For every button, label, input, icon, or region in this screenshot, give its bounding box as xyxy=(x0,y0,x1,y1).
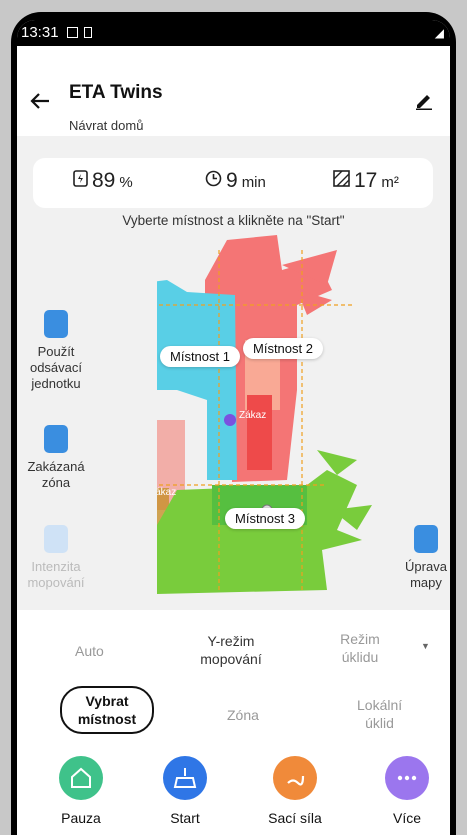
mode-y-mopping[interactable]: Y-režim mopování xyxy=(191,632,271,668)
time-value: 9 xyxy=(226,169,238,192)
chevron-down-icon[interactable]: ▼ xyxy=(421,641,430,651)
dock-icon[interactable] xyxy=(224,414,236,426)
screen: 13:31 ◢ ETA Twins Návrat domů 89 % 9 min… xyxy=(17,20,450,835)
dust-collector-tool[interactable]: Použít odsávací jednotku xyxy=(21,310,91,392)
more-action[interactable]: Více xyxy=(375,756,439,826)
cleaning-map[interactable]: Zákaz Zákaz xyxy=(157,230,397,595)
area-icon xyxy=(333,170,350,187)
water-drop-icon xyxy=(44,525,68,553)
edit-icon[interactable] xyxy=(414,90,434,110)
area-stat: 17 m² xyxy=(333,169,399,193)
sim-icon xyxy=(84,27,92,38)
stats-card: 89 % 9 min 17 m² xyxy=(33,158,433,208)
home-icon xyxy=(59,756,103,800)
dust-collector-label: Použít odsávací jednotku xyxy=(29,344,83,391)
pause-action[interactable]: Pauza xyxy=(49,756,113,826)
battery-value: 89 xyxy=(92,169,116,192)
edit-map-icon xyxy=(414,525,438,553)
mode-auto[interactable]: Auto xyxy=(75,642,104,660)
forbidden-icon xyxy=(44,425,68,453)
more-icon xyxy=(385,756,429,800)
mode-cleaning[interactable]: Režim úklidu xyxy=(335,630,385,666)
start-action[interactable]: Start xyxy=(153,756,217,826)
more-label: Více xyxy=(392,810,421,826)
signal-icon: ◢ xyxy=(434,26,444,40)
mode-local[interactable]: Lokální úklid xyxy=(357,696,402,732)
edit-map-label: Úprava mapy xyxy=(405,559,447,590)
gallery-icon xyxy=(67,27,78,38)
mode-select-room[interactable]: Vybrat místnost xyxy=(60,686,154,734)
broom-icon xyxy=(163,756,207,800)
suction-action[interactable]: Sací síla xyxy=(255,756,335,826)
start-label: Start xyxy=(170,810,200,826)
header: ETA Twins Návrat domů xyxy=(17,46,450,136)
time-stat: 9 min xyxy=(205,169,266,193)
status-bar: 13:31 ◢ xyxy=(17,20,450,46)
back-arrow-icon[interactable] xyxy=(29,90,51,112)
suction-icon xyxy=(273,756,317,800)
forbidden-zone-tool-label: Zakázaná zóna xyxy=(27,459,85,490)
mop-intensity-tool[interactable]: Intenzita mopování xyxy=(17,525,99,591)
pause-label: Pauza xyxy=(61,810,101,826)
battery-unit: % xyxy=(119,174,133,191)
forbidden-zone-tool[interactable]: Zakázaná zóna xyxy=(17,425,95,491)
mode-zone[interactable]: Zóna xyxy=(227,706,259,724)
battery-icon xyxy=(73,170,88,187)
battery-stat: 89 % xyxy=(73,169,133,193)
area-value: 17 xyxy=(354,169,378,192)
time-unit: min xyxy=(241,174,266,191)
room-label-2[interactable]: Místnost 2 xyxy=(243,338,323,359)
forbidden-zone-label-1: Zákaz xyxy=(239,410,266,421)
clock-icon xyxy=(205,170,222,187)
device-status: Návrat domů xyxy=(69,118,144,133)
edit-map-tool[interactable]: Úprava mapy xyxy=(401,525,450,591)
room-label-1[interactable]: Místnost 1 xyxy=(160,346,240,367)
dust-bin-icon xyxy=(44,310,68,338)
instruction-text: Vyberte místnost a klikněte na "Start" xyxy=(122,213,345,228)
suction-label: Sací síla xyxy=(268,810,322,826)
device-title: ETA Twins xyxy=(69,82,163,103)
status-time: 13:31 xyxy=(21,24,59,41)
forbidden-zone-label-2: Zákaz xyxy=(157,487,176,498)
area-unit: m² xyxy=(381,174,399,191)
mop-intensity-label: Intenzita mopování xyxy=(27,559,85,590)
room-label-3[interactable]: Místnost 3 xyxy=(225,508,305,529)
